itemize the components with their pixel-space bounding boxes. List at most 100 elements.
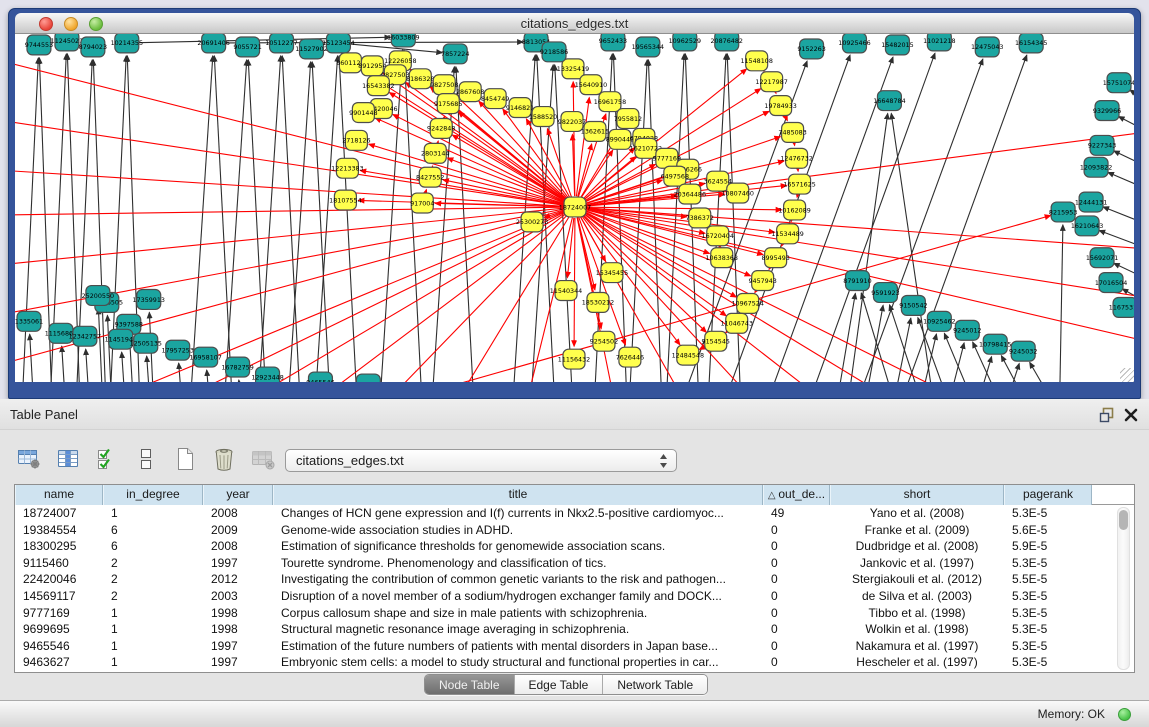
- graph-node-label: 3624554: [704, 177, 732, 185]
- table-source-dropdown[interactable]: citations_edges.txt: [285, 449, 677, 472]
- select-columns-icon[interactable]: [94, 445, 120, 473]
- table-row[interactable]: 969969511998Structural magnetic resonanc…: [15, 621, 1134, 638]
- memory-status-icon: [1118, 708, 1131, 721]
- table-row[interactable]: 1938455462009Genome-wide association stu…: [15, 522, 1134, 539]
- graph-edge: [942, 343, 964, 382]
- table-cell: 1997: [203, 654, 273, 671]
- table-cell: 2: [103, 588, 203, 605]
- table-cell: Structural magnetic resonance image aver…: [273, 621, 763, 638]
- float-panel-icon[interactable]: [1099, 407, 1115, 423]
- table-settings-icon[interactable]: [16, 445, 42, 473]
- scrollbar-thumb[interactable]: [1119, 510, 1128, 530]
- graph-node-label: 11534489: [771, 230, 803, 238]
- graph-node-label: 9152263: [797, 45, 825, 53]
- table-cell: 19384554: [15, 522, 103, 539]
- graph-node-label: 9699695: [354, 380, 382, 382]
- resize-grip[interactable]: [1120, 368, 1134, 382]
- new-document-icon[interactable]: [172, 445, 198, 473]
- graph-node-label: 9822037: [558, 118, 586, 126]
- graph-node-label: 15482015: [881, 41, 913, 49]
- table-cell: Changes of HCN gene expression and I(f) …: [273, 505, 763, 522]
- graph-node-label: 19565344: [632, 43, 664, 51]
- table-cell: 0: [763, 654, 830, 671]
- network-view[interactable]: 1872400786011238912954122260589827503818…: [15, 34, 1134, 382]
- memory-status-label: Memory: OK: [1038, 701, 1105, 727]
- close-window-button[interactable]: [39, 17, 53, 31]
- graph-node-label: 19784933: [764, 102, 796, 110]
- graph-edge: [665, 54, 684, 382]
- graph-node-label: 11156432: [558, 355, 590, 363]
- table-cell: Franke et al. (2009): [830, 522, 1004, 539]
- table-row[interactable]: 946362711997Embryonic stem cells: a mode…: [15, 654, 1134, 671]
- graph-node-label: 11548108: [740, 57, 772, 65]
- close-panel-icon[interactable]: [1123, 407, 1139, 423]
- table-row[interactable]: 1456911722003Disruption of a novel membe…: [15, 588, 1134, 605]
- tab-edge-table[interactable]: Edge Table: [515, 675, 604, 694]
- graph-edge: [62, 346, 67, 382]
- graph-node-label: 8215953: [1049, 208, 1077, 216]
- table-cell: 6: [103, 538, 203, 555]
- graph-edge: [426, 190, 427, 193]
- table-panel-title: Table Panel: [10, 399, 78, 430]
- table-cell: 9777169: [15, 605, 103, 622]
- table-cell: 2009: [203, 522, 273, 539]
- graph-node-label: 10638368: [706, 254, 738, 262]
- graph-edge: [889, 305, 930, 382]
- table-row[interactable]: 1872400712008Changes of HCN gene express…: [15, 505, 1134, 522]
- graph-node-label: 1588520: [529, 113, 557, 121]
- sort-ascending-icon: △: [768, 490, 778, 501]
- graph-node-label: 15123454: [322, 39, 354, 47]
- column-header-pagerank[interactable]: pagerank: [1004, 485, 1092, 505]
- column-header-name[interactable]: name: [15, 485, 103, 505]
- column-header-in_degree[interactable]: in_degree: [103, 485, 203, 505]
- table-cell: 2008: [203, 505, 273, 522]
- graph-node-label: 9457943: [748, 277, 776, 285]
- minimize-window-button[interactable]: [64, 17, 78, 31]
- table-cell: 14569117: [15, 588, 103, 605]
- table-cell: 5.3E-5: [1004, 588, 1092, 605]
- delete-icon[interactable]: [211, 445, 237, 473]
- table-cell: 6: [103, 522, 203, 539]
- table-row[interactable]: 2242004622012Investigating the contribut…: [15, 571, 1134, 588]
- network-canvas[interactable]: 1872400786011238912954122260589827503818…: [15, 34, 1134, 382]
- table-column-icon[interactable]: [55, 445, 81, 473]
- table-cell: de Silva et al. (2003): [830, 588, 1004, 605]
- vertical-scrollbar[interactable]: [1117, 507, 1130, 670]
- graph-node-label: 11021218: [923, 37, 955, 45]
- table-row[interactable]: 911546021997Tourette syndrome. Phenomeno…: [15, 555, 1134, 572]
- graph-node-label: 9154545: [702, 338, 730, 346]
- graph-node-label: 11046743: [720, 320, 752, 328]
- window-titlebar[interactable]: citations_edges.txt: [15, 13, 1134, 34]
- tab-node-table[interactable]: Node Table: [425, 675, 515, 694]
- table-row[interactable]: 1830029562008Estimation of significance …: [15, 538, 1134, 555]
- graph-edge: [223, 60, 247, 382]
- graph-node-label: 10962529: [669, 37, 701, 45]
- column-header-year[interactable]: year: [203, 485, 273, 505]
- zoom-window-button[interactable]: [89, 17, 103, 31]
- column-header-short[interactable]: short: [830, 485, 1004, 505]
- graph-node-label: 25200550: [82, 292, 114, 300]
- table-cell: Disruption of a novel member of a sodium…: [273, 588, 763, 605]
- table-cell: 0: [763, 638, 830, 655]
- graph-node-label: 16720404: [702, 232, 734, 240]
- graph-node-label: 10162089: [778, 206, 810, 214]
- table-cell: Investigating the contribution of common…: [273, 571, 763, 588]
- graph-edge: [122, 352, 127, 382]
- graph-node-label: 9245032: [1009, 347, 1037, 355]
- rows-icon[interactable]: [133, 445, 159, 473]
- table-row[interactable]: 946554611997Estimation of the future num…: [15, 638, 1134, 655]
- graph-edge: [845, 113, 888, 382]
- table-row[interactable]: 977716911998Corpus callosum shape and si…: [15, 605, 1134, 622]
- tab-network-table[interactable]: Network Table: [603, 675, 707, 694]
- graph-edge: [287, 62, 311, 382]
- graph-edge: [257, 56, 281, 382]
- graph-edge: [147, 356, 152, 382]
- graph-node-label: 18724007: [559, 203, 591, 211]
- column-header-out_de[interactable]: △ out_de...: [763, 485, 830, 505]
- graph-node-label: 10967524: [731, 300, 763, 308]
- graph-edge: [30, 334, 35, 382]
- graph-node-label: 8995493: [761, 254, 789, 262]
- column-header-title[interactable]: title: [273, 485, 763, 505]
- graph-edge: [860, 305, 883, 382]
- graph-node-label: 12505135: [130, 340, 162, 348]
